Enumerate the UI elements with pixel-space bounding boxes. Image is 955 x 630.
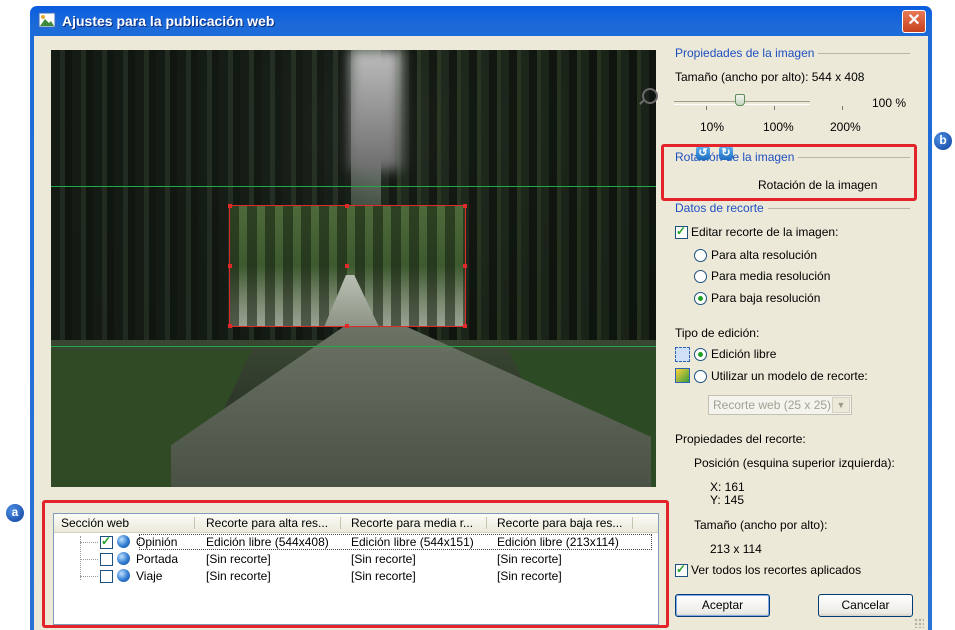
crop-size-value: 213 x 114 bbox=[710, 542, 762, 556]
tick-label-10: 10% bbox=[700, 120, 725, 134]
slider-tick bbox=[774, 106, 775, 110]
annotation-badge-a: a bbox=[6, 504, 24, 522]
crop-handle[interactable] bbox=[463, 324, 467, 328]
edit-type-label: Tipo de edición: bbox=[675, 326, 760, 340]
zoom-icon bbox=[642, 88, 658, 104]
radio-high-resolution[interactable] bbox=[694, 249, 707, 262]
edit-crop-checkbox[interactable] bbox=[675, 224, 688, 239]
sky-gap bbox=[351, 50, 401, 170]
position-label: Posición (esquina superior izquierda): bbox=[694, 456, 895, 470]
radio-medium-label: Para media resolución bbox=[711, 269, 831, 283]
chevron-down-icon: ▼ bbox=[832, 397, 850, 413]
close-icon: ✕ bbox=[907, 12, 921, 29]
annotation-badge-b: b bbox=[934, 132, 952, 150]
guide-line-top bbox=[51, 186, 656, 187]
radio-low-label: Para baja resolución bbox=[711, 291, 821, 305]
show-all-crops-checkbox[interactable] bbox=[675, 562, 688, 577]
cancel-button[interactable]: Cancelar bbox=[818, 594, 913, 617]
position-y: Y: 145 bbox=[710, 493, 745, 507]
crop-handle[interactable] bbox=[463, 264, 467, 268]
resize-grip[interactable] bbox=[914, 618, 924, 628]
window-title: Ajustes para la publicación web bbox=[62, 13, 275, 29]
zoom-slider-thumb[interactable] bbox=[735, 94, 745, 106]
edit-crop-label: Editar recorte de la imagen: bbox=[691, 225, 839, 239]
crop-handle[interactable] bbox=[345, 204, 349, 208]
free-edit-icon bbox=[675, 347, 690, 362]
annotation-box-b bbox=[661, 144, 917, 201]
close-button[interactable]: ✕ bbox=[902, 10, 926, 33]
image-size-text: Tamaño (ancho por alto): 544 x 408 bbox=[675, 70, 865, 84]
crop-handle[interactable] bbox=[228, 264, 232, 268]
crop-handle[interactable] bbox=[228, 204, 232, 208]
app-icon bbox=[38, 12, 56, 28]
position-x: X: 161 bbox=[710, 480, 745, 494]
crop-frame[interactable] bbox=[228, 204, 467, 328]
crop-handle[interactable] bbox=[345, 324, 349, 328]
radio-free-edit[interactable] bbox=[694, 348, 707, 361]
show-all-crops-label: Ver todos los recortes aplicados bbox=[691, 563, 862, 577]
crop-model-select[interactable]: Recorte web (25 x 25) ▼ bbox=[708, 395, 852, 415]
crop-handle[interactable] bbox=[463, 204, 467, 208]
crop-center-handle[interactable] bbox=[345, 264, 349, 268]
radio-high-label: Para alta resolución bbox=[711, 248, 818, 262]
tick-label-200: 200% bbox=[830, 120, 861, 134]
crop-model-label: Utilizar un modelo de recorte: bbox=[711, 369, 868, 383]
crop-handle[interactable] bbox=[228, 324, 232, 328]
crop-size-label: Tamaño (ancho por alto): bbox=[694, 518, 828, 532]
zoom-value: 100 % bbox=[872, 96, 907, 110]
annotation-box-a bbox=[42, 500, 669, 628]
crop-data-title: Datos de recorte bbox=[675, 201, 768, 215]
slider-tick bbox=[842, 106, 843, 110]
image-preview[interactable] bbox=[51, 50, 656, 487]
title-bar: Ajustes para la publicación web ✕ bbox=[30, 6, 932, 36]
accept-button[interactable]: Aceptar bbox=[675, 594, 770, 617]
crop-props-label: Propiedades del recorte: bbox=[675, 432, 806, 446]
slider-tick bbox=[706, 106, 707, 110]
crop-model-icon bbox=[675, 368, 690, 383]
radio-medium-resolution[interactable] bbox=[694, 270, 707, 283]
crop-model-select-value: Recorte web (25 x 25) bbox=[713, 398, 832, 412]
guide-line-bottom bbox=[51, 346, 656, 347]
image-properties-title: Propiedades de la imagen bbox=[675, 46, 819, 60]
free-edit-label: Edición libre bbox=[711, 347, 777, 361]
tick-label-100: 100% bbox=[763, 120, 794, 134]
radio-crop-model[interactable] bbox=[694, 370, 707, 383]
radio-low-resolution[interactable] bbox=[694, 292, 707, 305]
